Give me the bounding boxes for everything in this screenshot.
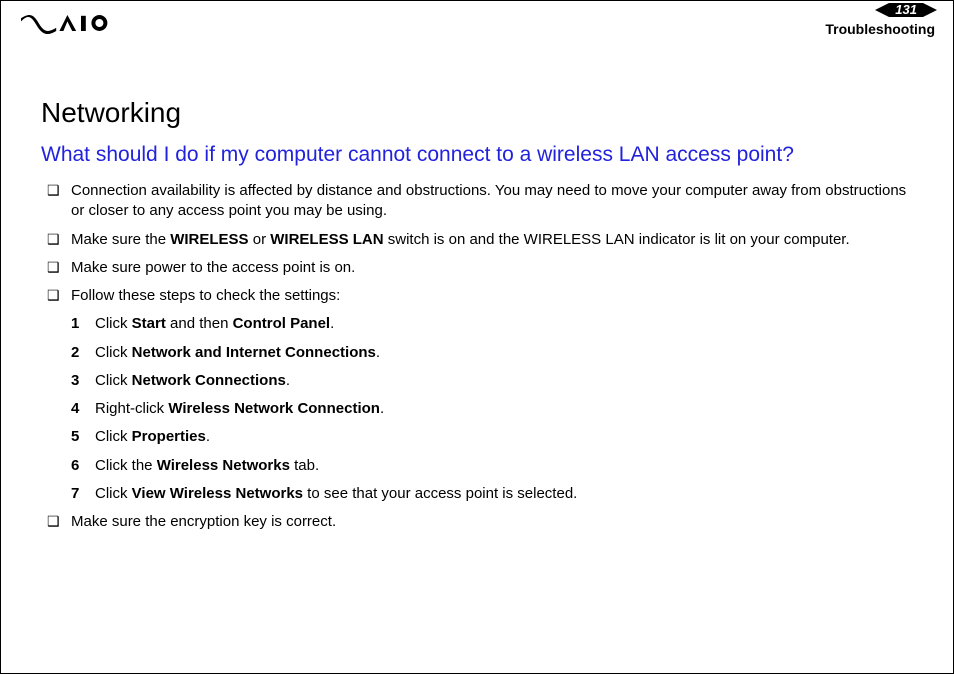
step-number: 4 <box>71 399 95 419</box>
bullet-item: ❑Follow these steps to check the setting… <box>47 286 913 306</box>
step-text: Click Start and then Control Panel. <box>95 314 913 334</box>
section-heading: Networking <box>41 97 913 129</box>
bullet-item: ❑Make sure the WIRELESS or WIRELESS LAN … <box>47 230 913 250</box>
step-item: 3Click Network Connections. <box>71 371 913 391</box>
bullet-item: ❑Make sure the encryption key is correct… <box>47 512 913 532</box>
bullet-text: Make sure the encryption key is correct. <box>71 512 913 532</box>
step-item: 7Click View Wireless Networks to see tha… <box>71 484 913 504</box>
page-number: 131 <box>889 3 923 17</box>
step-item: 4Right-click Wireless Network Connection… <box>71 399 913 419</box>
step-number: 3 <box>71 371 95 391</box>
bullet-marker-icon: ❑ <box>47 258 71 277</box>
next-page-arrow-icon[interactable] <box>923 3 937 17</box>
bullet-text: Connection availability is affected by d… <box>71 181 913 222</box>
numbered-steps: 1Click Start and then Control Panel.2Cli… <box>41 314 913 504</box>
step-number: 5 <box>71 427 95 447</box>
step-item: 6Click the Wireless Networks tab. <box>71 456 913 476</box>
page: 131 Troubleshooting Networking What shou… <box>0 0 954 674</box>
bullet-marker-icon: ❑ <box>47 286 71 305</box>
prev-page-arrow-icon[interactable] <box>875 3 889 17</box>
step-text: Click Network Connections. <box>95 371 913 391</box>
step-text: Click View Wireless Networks to see that… <box>95 484 913 504</box>
step-number: 2 <box>71 343 95 363</box>
step-text: Click Properties. <box>95 427 913 447</box>
bullet-text: Make sure the WIRELESS or WIRELESS LAN s… <box>71 230 913 250</box>
step-text: Right-click Wireless Network Connection. <box>95 399 913 419</box>
step-text: Click the Wireless Networks tab. <box>95 456 913 476</box>
bullet-item: ❑Connection availability is affected by … <box>47 181 913 222</box>
step-text: Click Network and Internet Connections. <box>95 343 913 363</box>
bullet-text: Follow these steps to check the settings… <box>71 286 913 306</box>
header: 131 Troubleshooting <box>1 1 953 45</box>
step-item: 1Click Start and then Control Panel. <box>71 314 913 334</box>
step-item: 5Click Properties. <box>71 427 913 447</box>
page-nav: 131 <box>875 3 937 17</box>
question-heading: What should I do if my computer cannot c… <box>41 143 913 167</box>
step-item: 2Click Network and Internet Connections. <box>71 343 913 363</box>
vaio-logo <box>21 11 117 40</box>
step-number: 1 <box>71 314 95 334</box>
bullet-marker-icon: ❑ <box>47 230 71 249</box>
bullet-text: Make sure power to the access point is o… <box>71 258 913 278</box>
step-number: 6 <box>71 456 95 476</box>
bullet-marker-icon: ❑ <box>47 512 71 531</box>
breadcrumb: Troubleshooting <box>825 21 935 37</box>
bullet-list-after: ❑Make sure the encryption key is correct… <box>41 512 913 532</box>
step-number: 7 <box>71 484 95 504</box>
bullet-marker-icon: ❑ <box>47 181 71 200</box>
content: Networking What should I do if my comput… <box>1 45 953 532</box>
bullet-item: ❑Make sure power to the access point is … <box>47 258 913 278</box>
bullet-list: ❑Connection availability is affected by … <box>41 181 913 306</box>
